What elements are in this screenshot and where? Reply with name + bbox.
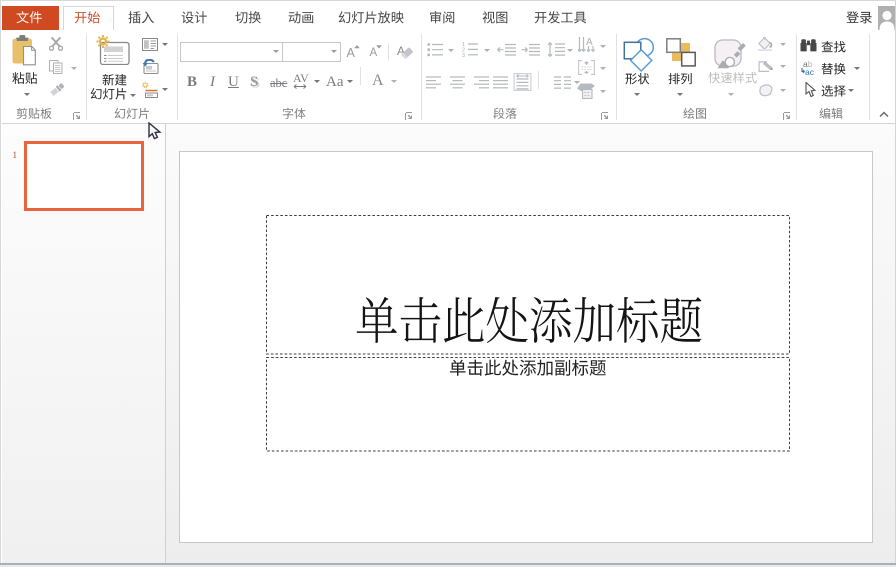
- svg-text:ac: ac: [805, 67, 815, 76]
- svg-text:3: 3: [462, 53, 465, 57]
- svg-text:A: A: [586, 37, 593, 48]
- svg-text:AV: AV: [293, 72, 309, 85]
